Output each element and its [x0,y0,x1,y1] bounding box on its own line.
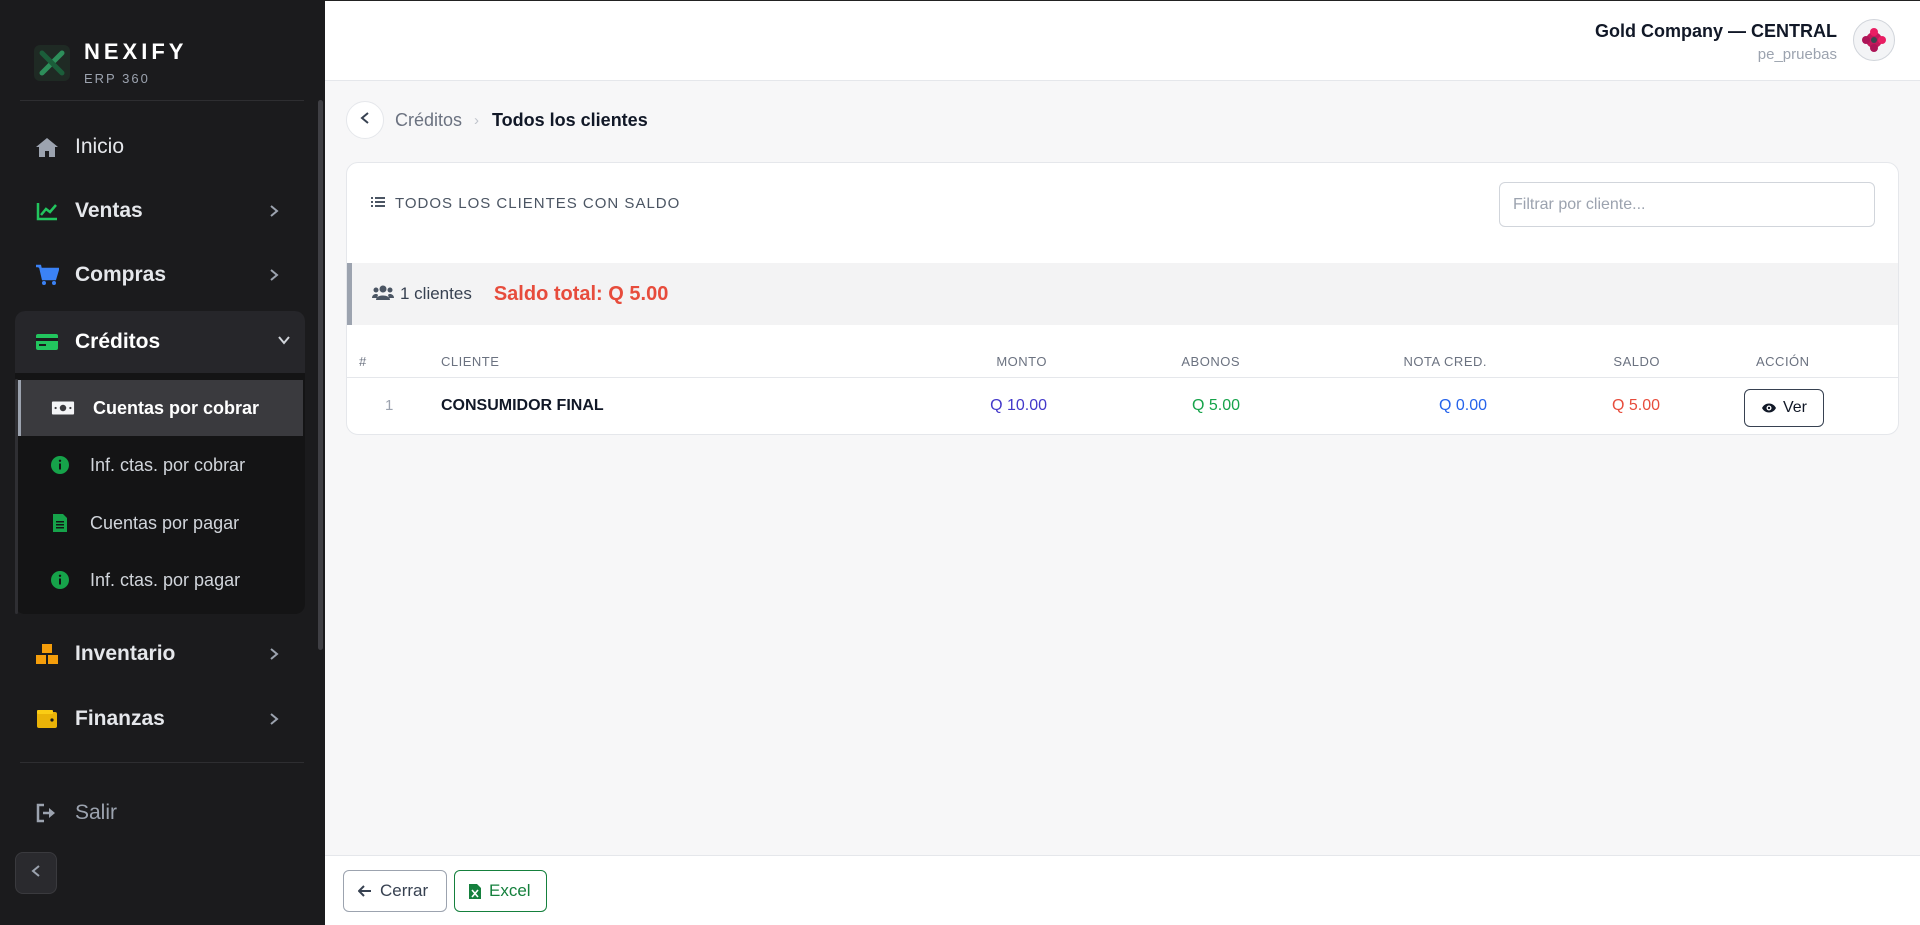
sidebar-subitem-cuentas-por-cobrar[interactable]: Cuentas por cobrar [18,380,303,436]
wallet-icon [35,707,59,731]
breadcrumb-current: Todos los clientes [492,110,648,130]
chevron-left-icon [31,864,41,883]
client-count: 1 clientes [400,284,472,303]
users-icon [372,284,394,305]
column-header-accion: ACCIÓN [1756,354,1810,369]
brand-name: NEXIFY [84,39,188,64]
info-circle-icon [48,453,72,477]
avatar-image-icon [1862,28,1886,52]
sidebar-scrollbar[interactable] [318,100,323,650]
close-button[interactable]: Cerrar [343,870,447,912]
sidebar-item-compras[interactable]: Compras [20,247,304,303]
footer-bar: Cerrar Excel [325,855,1920,925]
sidebar-item-inventario[interactable]: Inventario [20,626,304,682]
home-icon [35,135,59,159]
column-header-abonos: ABONOS [1181,354,1240,369]
sidebar-item-label: Ventas [75,199,143,222]
row-nota-cred: Q 0.00 [1438,397,1487,414]
view-client-button[interactable]: Ver [1744,389,1824,427]
chevron-right-icon [264,709,284,729]
row-abonos: Q 5.00 [1191,397,1240,414]
sidebar-item-finanzas[interactable]: Finanzas [20,691,304,747]
sidebar-divider [20,762,304,763]
sidebar-subitem-cuentas-por-pagar[interactable]: Cuentas por pagar [18,495,303,551]
table-header: # CLIENTE MONTO ABONOS NOTA CRED. SALDO … [347,348,1898,378]
sidebar-item-label: Salir [75,801,118,824]
nexify-logo-icon [34,44,70,81]
column-header-saldo: SALDO [1613,354,1660,369]
sidebar-item-inicio[interactable]: Inicio [20,119,304,175]
sidebar-subitem-label: Cuentas por pagar [90,512,240,533]
sidebar-item-creditos[interactable]: Créditos [15,311,305,373]
breadcrumb-separator-icon: › [474,112,479,129]
sidebar-subitem-inf-ctas-por-pagar[interactable]: Inf. ctas. por pagar [18,552,303,608]
column-header-monto: MONTO [996,354,1047,369]
arrow-left-icon [358,885,372,897]
excel-export-button[interactable]: Excel [454,870,547,912]
row-client-name: CONSUMIDOR FINAL [441,397,604,414]
column-header-nota-cred: NOTA CRED. [1403,354,1487,369]
excel-button-label: Excel [489,881,531,900]
top-header: Gold Company — CENTRAL pe_pruebas [325,0,1920,81]
sidebar-item-salir[interactable]: Salir [20,785,304,841]
chevron-down-icon [277,332,291,350]
avatar[interactable] [1853,19,1895,61]
row-monto: Q 10.00 [990,397,1047,414]
sidebar-subitem-label: Inf. ctas. por pagar [90,569,241,590]
chevron-right-icon [264,644,284,664]
company-info: Gold Company — CENTRAL pe_pruebas [1595,21,1837,63]
column-header-number: # [359,354,367,369]
brand-subtitle: ERP 360 [84,71,150,86]
money-bill-icon [51,396,75,420]
chevron-right-icon [264,265,284,285]
info-circle-icon [48,568,72,592]
credit-card-icon [35,330,59,354]
card-title-text: TODOS LOS CLIENTES CON SALDO [395,195,681,212]
sidebar-subitem-inf-ctas-por-cobrar[interactable]: Inf. ctas. por cobrar [18,437,303,493]
view-button-label: Ver [1782,399,1807,416]
username: pe_pruebas [1757,46,1837,63]
chevron-right-icon [264,201,284,221]
row-saldo: Q 5.00 [1611,397,1660,414]
back-button[interactable] [346,101,384,139]
close-button-label: Cerrar [380,881,429,900]
total-balance: Saldo total: Q 5.00 [493,282,669,305]
sidebar: NEXIFY ERP 360 Inicio Ventas Compras Cré… [0,0,325,925]
sidebar-subitem-label: Inf. ctas. por cobrar [90,454,246,475]
sidebar-divider [20,100,304,101]
card-title: TODOS LOS CLIENTES CON SALDO [371,195,680,212]
sidebar-group-creditos: Créditos Cuentas por cobrar Inf. ctas. p… [15,311,305,614]
company-name: Gold Company — CENTRAL [1595,21,1837,41]
sign-out-icon [35,801,59,825]
clients-card: TODOS LOS CLIENTES CON SALDO 1 clientes … [346,162,1899,435]
sidebar-item-label: Créditos [75,330,161,353]
brand: NEXIFY ERP 360 [0,0,325,101]
sidebar-item-label: Inicio [75,135,125,158]
sidebar-item-label: Compras [75,263,167,286]
row-number: 1 [385,397,394,414]
sidebar-subitem-label: Cuentas por cobrar [93,397,260,418]
sidebar-item-label: Inventario [75,642,176,665]
filter-client-input[interactable] [1499,182,1875,227]
breadcrumb-parent[interactable]: Créditos [395,110,462,131]
sidebar-item-label: Finanzas [75,707,165,730]
eye-icon [1761,402,1777,414]
collapse-sidebar-button[interactable] [15,852,57,894]
file-excel-icon [469,883,481,899]
sidebar-item-ventas[interactable]: Ventas [20,183,304,239]
chart-line-icon [35,199,59,223]
column-header-cliente: CLIENTE [441,354,500,369]
chevron-left-icon [360,111,370,130]
cart-icon [35,263,59,287]
list-icon [371,195,385,212]
file-invoice-icon [48,511,72,535]
summary-bar: 1 clientes Saldo total: Q 5.00 [347,263,1898,325]
table-row: 1 CONSUMIDOR FINAL Q 10.00 Q 5.00 Q 0.00… [347,378,1898,434]
boxes-icon [35,642,59,666]
